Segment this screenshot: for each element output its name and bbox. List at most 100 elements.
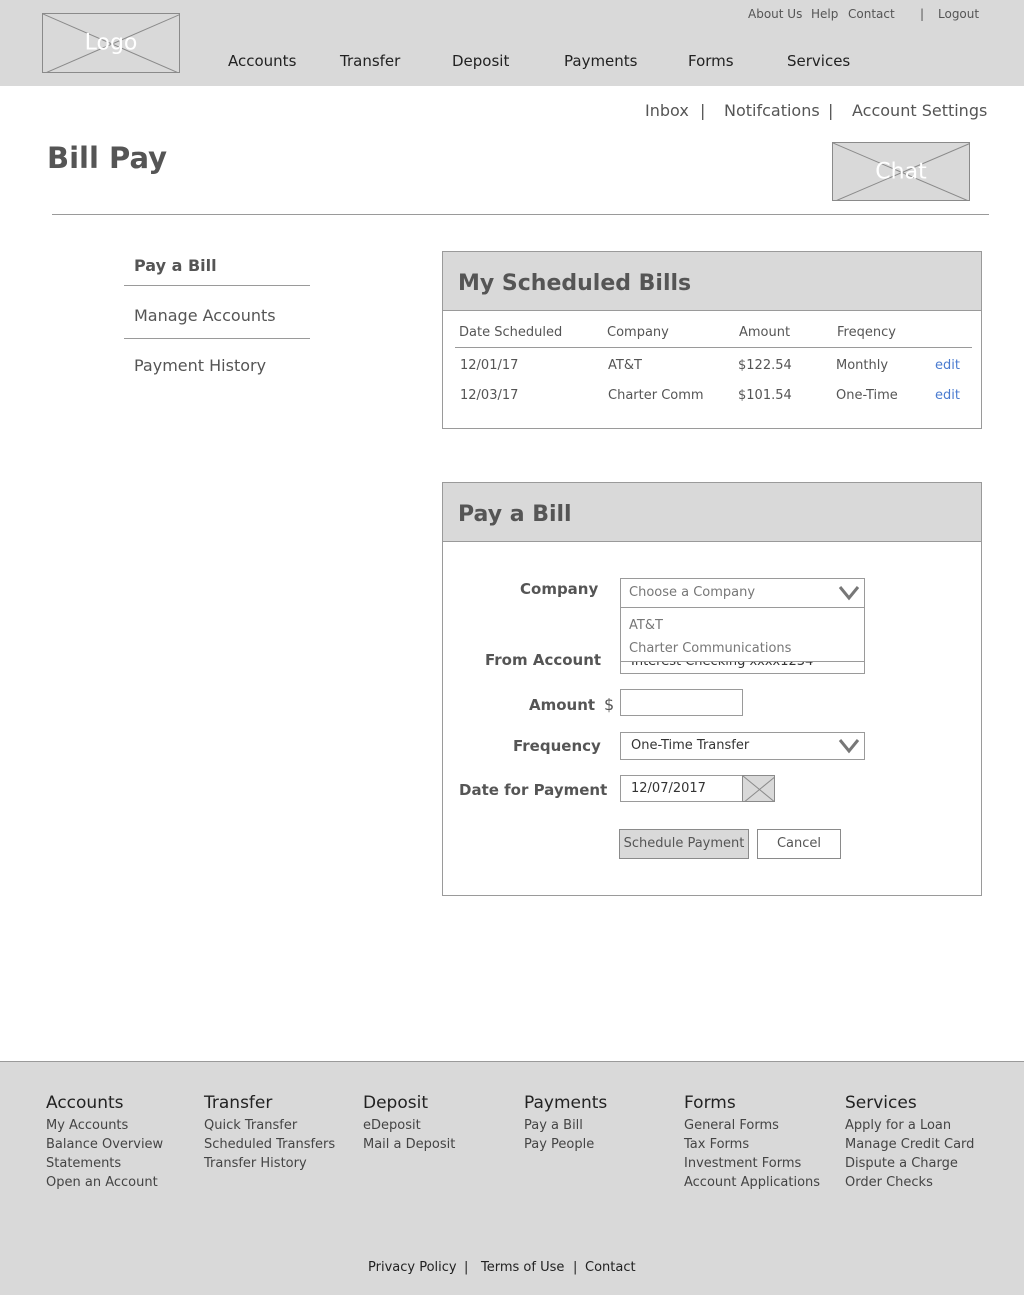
footer-column-accounts: Accounts My Accounts Balance Overview St… — [46, 1093, 201, 1192]
legal-separator: | — [573, 1260, 578, 1275]
terms-of-use-link[interactable]: Terms of Use — [481, 1260, 564, 1275]
frequency-label: Frequency — [513, 737, 601, 755]
footer-contact-link[interactable]: Contact — [585, 1260, 636, 1275]
title-divider — [52, 214, 989, 215]
cell-frequency: Monthly — [836, 358, 889, 373]
footer-link[interactable]: Manage Credit Card — [845, 1135, 1000, 1154]
company-option-att[interactable]: AT&T — [629, 618, 663, 633]
amount-label: Amount — [529, 696, 596, 714]
footer-link[interactable]: Balance Overview — [46, 1135, 201, 1154]
chat-label: Chat — [875, 159, 927, 184]
cell-amount: $101.54 — [738, 388, 792, 403]
pay-bill-title: Pay a Bill — [443, 483, 981, 542]
inbox-link[interactable]: Inbox — [645, 101, 689, 120]
page-title: Bill Pay — [47, 141, 168, 175]
footer-column-transfer: Transfer Quick Transfer Scheduled Transf… — [204, 1093, 359, 1173]
logout-link[interactable]: Logout — [938, 7, 979, 21]
from-account-label: From Account — [485, 651, 602, 669]
nav-payments[interactable]: Payments — [564, 52, 637, 70]
edit-link[interactable]: edit — [935, 388, 960, 403]
date-value: 12/07/2017 — [631, 781, 706, 796]
amount-prefix: $ — [604, 695, 615, 714]
chevron-down-icon — [838, 739, 860, 754]
subnav-separator: | — [828, 101, 834, 120]
subnav-separator: | — [700, 101, 706, 120]
sidebar-item-manage-accounts[interactable]: Manage Accounts — [124, 301, 310, 351]
sidebar-item-label: Payment History — [134, 356, 267, 375]
footer-link[interactable]: Statements — [46, 1154, 201, 1173]
privacy-policy-link[interactable]: Privacy Policy — [368, 1260, 457, 1275]
footer-heading: Transfer — [204, 1093, 273, 1113]
logo-label: Logo — [84, 30, 138, 56]
column-header-frequency: Freqency — [837, 325, 896, 340]
footer-link[interactable]: Account Applications — [684, 1173, 839, 1192]
nav-services[interactable]: Services — [787, 52, 850, 70]
contact-link[interactable]: Contact — [848, 7, 895, 21]
column-header-amount: Amount — [739, 325, 791, 340]
nav-forms[interactable]: Forms — [688, 52, 734, 70]
sidebar-item-pay-a-bill[interactable]: Pay a Bill — [124, 251, 310, 301]
footer-link[interactable]: Pay a Bill — [524, 1116, 679, 1135]
cell-date: 12/03/17 — [460, 388, 519, 403]
footer-column-forms: Forms General Forms Tax Forms Investment… — [684, 1093, 839, 1192]
footer-link[interactable]: Investment Forms — [684, 1154, 839, 1173]
footer-column-deposit: Deposit eDeposit Mail a Deposit — [363, 1093, 518, 1154]
cell-frequency: One-Time — [836, 388, 898, 403]
utility-separator: | — [920, 7, 925, 21]
company-dropdown-menu: AT&T Charter Communications — [620, 607, 865, 662]
footer-link[interactable]: Transfer History — [204, 1154, 359, 1173]
footer-link[interactable]: Tax Forms — [684, 1135, 839, 1154]
nav-deposit[interactable]: Deposit — [452, 52, 509, 70]
notifications-link[interactable]: Notifcations — [724, 101, 820, 120]
calendar-icon — [743, 776, 774, 801]
company-select[interactable]: Choose a Company — [620, 578, 865, 608]
help-link[interactable]: Help — [811, 7, 838, 21]
nav-accounts[interactable]: Accounts — [228, 52, 296, 70]
footer-heading: Forms — [684, 1093, 736, 1113]
cancel-button[interactable]: Cancel — [757, 829, 841, 859]
footer-link[interactable]: Pay People — [524, 1135, 679, 1154]
footer-heading: Payments — [524, 1093, 608, 1113]
footer-link[interactable]: Open an Account — [46, 1173, 201, 1192]
cell-date: 12/01/17 — [460, 358, 519, 373]
schedule-payment-button[interactable]: Schedule Payment — [619, 829, 749, 859]
footer-link[interactable]: Apply for a Loan — [845, 1116, 1000, 1135]
amount-input[interactable] — [620, 689, 743, 716]
footer-link[interactable]: My Accounts — [46, 1116, 201, 1135]
date-input[interactable]: 12/07/2017 — [620, 775, 743, 802]
footer-link[interactable]: Mail a Deposit — [363, 1135, 518, 1154]
calendar-button[interactable] — [742, 775, 775, 802]
footer-heading: Deposit — [363, 1093, 428, 1113]
footer-column-services: Services Apply for a Loan Manage Credit … — [845, 1093, 1000, 1192]
edit-link[interactable]: edit — [935, 358, 960, 373]
column-header-company: Company — [607, 325, 669, 340]
date-label: Date for Payment — [459, 781, 608, 799]
scheduled-bills-panel: My Scheduled Bills — [442, 251, 982, 429]
about-us-link[interactable]: About Us — [748, 7, 802, 21]
footer-link[interactable]: General Forms — [684, 1116, 839, 1135]
frequency-value: One-Time Transfer — [631, 738, 750, 753]
company-label: Company — [520, 580, 599, 598]
logo[interactable]: Logo — [42, 13, 180, 73]
chat-button[interactable]: Chat — [832, 142, 970, 201]
footer-heading: Services — [845, 1093, 917, 1113]
footer-column-payments: Payments Pay a Bill Pay People — [524, 1093, 679, 1154]
footer-link[interactable]: eDeposit — [363, 1116, 518, 1135]
cell-company: Charter Comm — [608, 388, 704, 403]
footer-link[interactable]: Scheduled Transfers — [204, 1135, 359, 1154]
frequency-select[interactable]: One-Time Transfer — [620, 732, 865, 760]
nav-transfer[interactable]: Transfer — [340, 52, 400, 70]
column-header-date: Date Scheduled — [459, 325, 563, 340]
account-settings-link[interactable]: Account Settings — [852, 101, 987, 120]
cell-company: AT&T — [608, 358, 642, 373]
footer-link[interactable]: Dispute a Charge — [845, 1154, 1000, 1173]
scheduled-bills-title: My Scheduled Bills — [443, 252, 981, 311]
sidebar-item-payment-history[interactable]: Payment History — [124, 351, 310, 401]
chevron-down-icon — [838, 586, 860, 601]
footer-heading: Accounts — [46, 1093, 124, 1113]
footer-link[interactable]: Order Checks — [845, 1173, 1000, 1192]
company-option-charter[interactable]: Charter Communications — [629, 641, 791, 656]
table-header-divider — [455, 347, 972, 348]
footer-link[interactable]: Quick Transfer — [204, 1116, 359, 1135]
sidebar-item-label: Pay a Bill — [134, 256, 217, 275]
